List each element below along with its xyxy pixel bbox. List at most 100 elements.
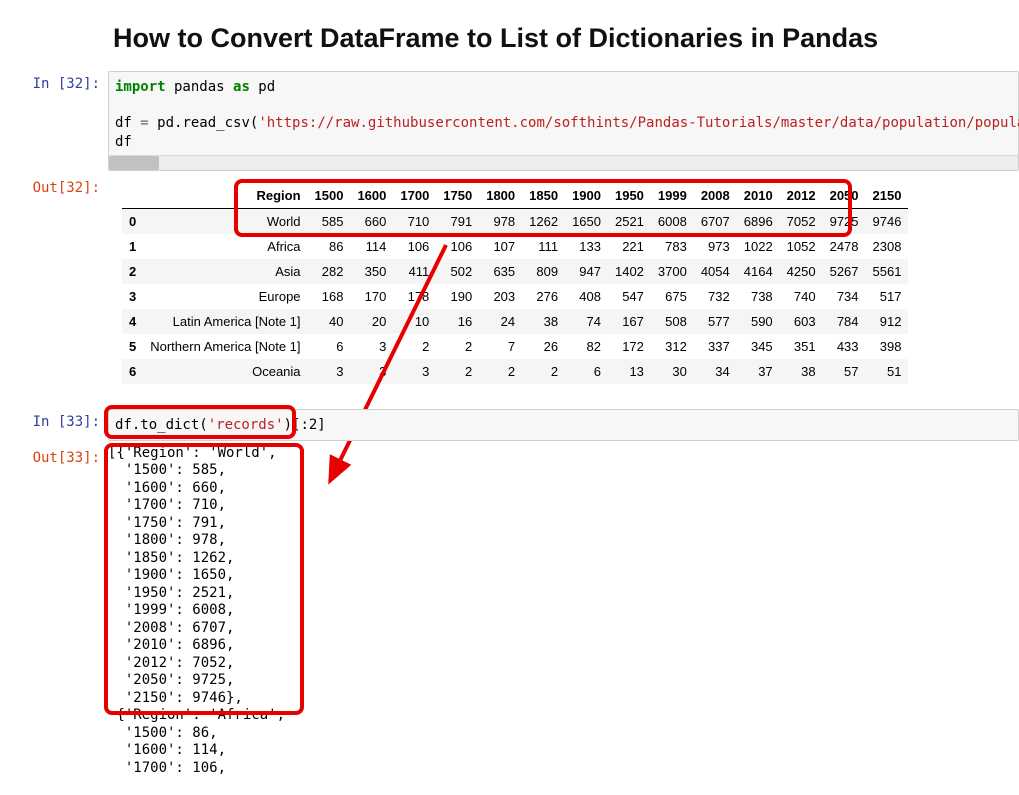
- cell: 114: [350, 234, 393, 259]
- cell: 133: [565, 234, 608, 259]
- cell: 6008: [651, 208, 694, 234]
- cell: Europe: [143, 284, 307, 309]
- cell: 51: [866, 359, 909, 384]
- row-index: 0: [122, 208, 143, 234]
- cell: 912: [866, 309, 909, 334]
- out-prompt-33: Out[33]:: [0, 445, 108, 778]
- row-index: 2: [122, 259, 143, 284]
- cell: 34: [694, 359, 737, 384]
- cell: 5267: [823, 259, 866, 284]
- cell: 2: [479, 359, 522, 384]
- horizontal-scrollbar[interactable]: [109, 155, 1018, 170]
- cell: 40: [308, 309, 351, 334]
- out-prompt-32: Out[32]:: [0, 175, 108, 387]
- row-index: 6: [122, 359, 143, 384]
- col-header: 1900: [565, 183, 608, 209]
- cell: 3700: [651, 259, 694, 284]
- cell: 7: [479, 334, 522, 359]
- cell: 38: [522, 309, 565, 334]
- cell: 6: [308, 334, 351, 359]
- cell: 38: [780, 359, 823, 384]
- cell: 973: [694, 234, 737, 259]
- cell: 10: [393, 309, 436, 334]
- cell: 411: [393, 259, 436, 284]
- cell: Oceania: [143, 359, 307, 384]
- cell: 585: [308, 208, 351, 234]
- cell: 276: [522, 284, 565, 309]
- cell: 168: [308, 284, 351, 309]
- cell: 82: [565, 334, 608, 359]
- cell: 4054: [694, 259, 737, 284]
- cell: 30: [651, 359, 694, 384]
- cell: 398: [866, 334, 909, 359]
- cell: 710: [393, 208, 436, 234]
- cell: 190: [436, 284, 479, 309]
- cell: 282: [308, 259, 351, 284]
- cell: 2478: [823, 234, 866, 259]
- cell: 203: [479, 284, 522, 309]
- cell: Northern America [Note 1]: [143, 334, 307, 359]
- cell: 7052: [780, 208, 823, 234]
- dataframe-output: Region1500160017001750180018501900195019…: [108, 183, 908, 384]
- cell: 2: [522, 359, 565, 384]
- col-header: 1850: [522, 183, 565, 209]
- cell: 732: [694, 284, 737, 309]
- cell: 5561: [866, 259, 909, 284]
- cell: 590: [737, 309, 780, 334]
- cell: 635: [479, 259, 522, 284]
- code-cell-33[interactable]: df.to_dict('records')[:2]: [108, 409, 1019, 441]
- cell: 517: [866, 284, 909, 309]
- col-header: 2150: [866, 183, 909, 209]
- cell: 172: [608, 334, 651, 359]
- cell: 783: [651, 234, 694, 259]
- cell: 9725: [823, 208, 866, 234]
- cell: 6896: [737, 208, 780, 234]
- cell: 734: [823, 284, 866, 309]
- cell: 9746: [866, 208, 909, 234]
- cell: 1022: [737, 234, 780, 259]
- cell: 2: [436, 359, 479, 384]
- cell: 1262: [522, 208, 565, 234]
- cell: 345: [737, 334, 780, 359]
- cell: 3: [350, 359, 393, 384]
- cell: 3: [350, 334, 393, 359]
- cell: 6707: [694, 208, 737, 234]
- col-header: 2010: [737, 183, 780, 209]
- cell: 26: [522, 334, 565, 359]
- cell: 508: [651, 309, 694, 334]
- cell: 16: [436, 309, 479, 334]
- cell: 675: [651, 284, 694, 309]
- cell: 351: [780, 334, 823, 359]
- cell: 13: [608, 359, 651, 384]
- cell: 107: [479, 234, 522, 259]
- cell: 86: [308, 234, 351, 259]
- cell: 740: [780, 284, 823, 309]
- cell: 3: [393, 359, 436, 384]
- cell: 37: [737, 359, 780, 384]
- cell: 337: [694, 334, 737, 359]
- cell: 312: [651, 334, 694, 359]
- in-prompt-33: In [33]:: [0, 409, 108, 441]
- code-cell-32[interactable]: import pandas as pd df = pd.read_csv('ht…: [108, 71, 1019, 171]
- cell: 978: [479, 208, 522, 234]
- cell: 408: [565, 284, 608, 309]
- cell: 433: [823, 334, 866, 359]
- cell: 221: [608, 234, 651, 259]
- cell: 106: [393, 234, 436, 259]
- col-header: 1950: [608, 183, 651, 209]
- cell: 791: [436, 208, 479, 234]
- row-index: 3: [122, 284, 143, 309]
- cell: 350: [350, 259, 393, 284]
- col-header: 1700: [393, 183, 436, 209]
- cell: 6: [565, 359, 608, 384]
- cell: 1650: [565, 208, 608, 234]
- cell: 1052: [780, 234, 823, 259]
- cell: 20: [350, 309, 393, 334]
- cell: 4250: [780, 259, 823, 284]
- row-index: 5: [122, 334, 143, 359]
- cell: World: [143, 208, 307, 234]
- col-header: 1500: [308, 183, 351, 209]
- cell: Asia: [143, 259, 307, 284]
- cell: 577: [694, 309, 737, 334]
- cell: 2: [393, 334, 436, 359]
